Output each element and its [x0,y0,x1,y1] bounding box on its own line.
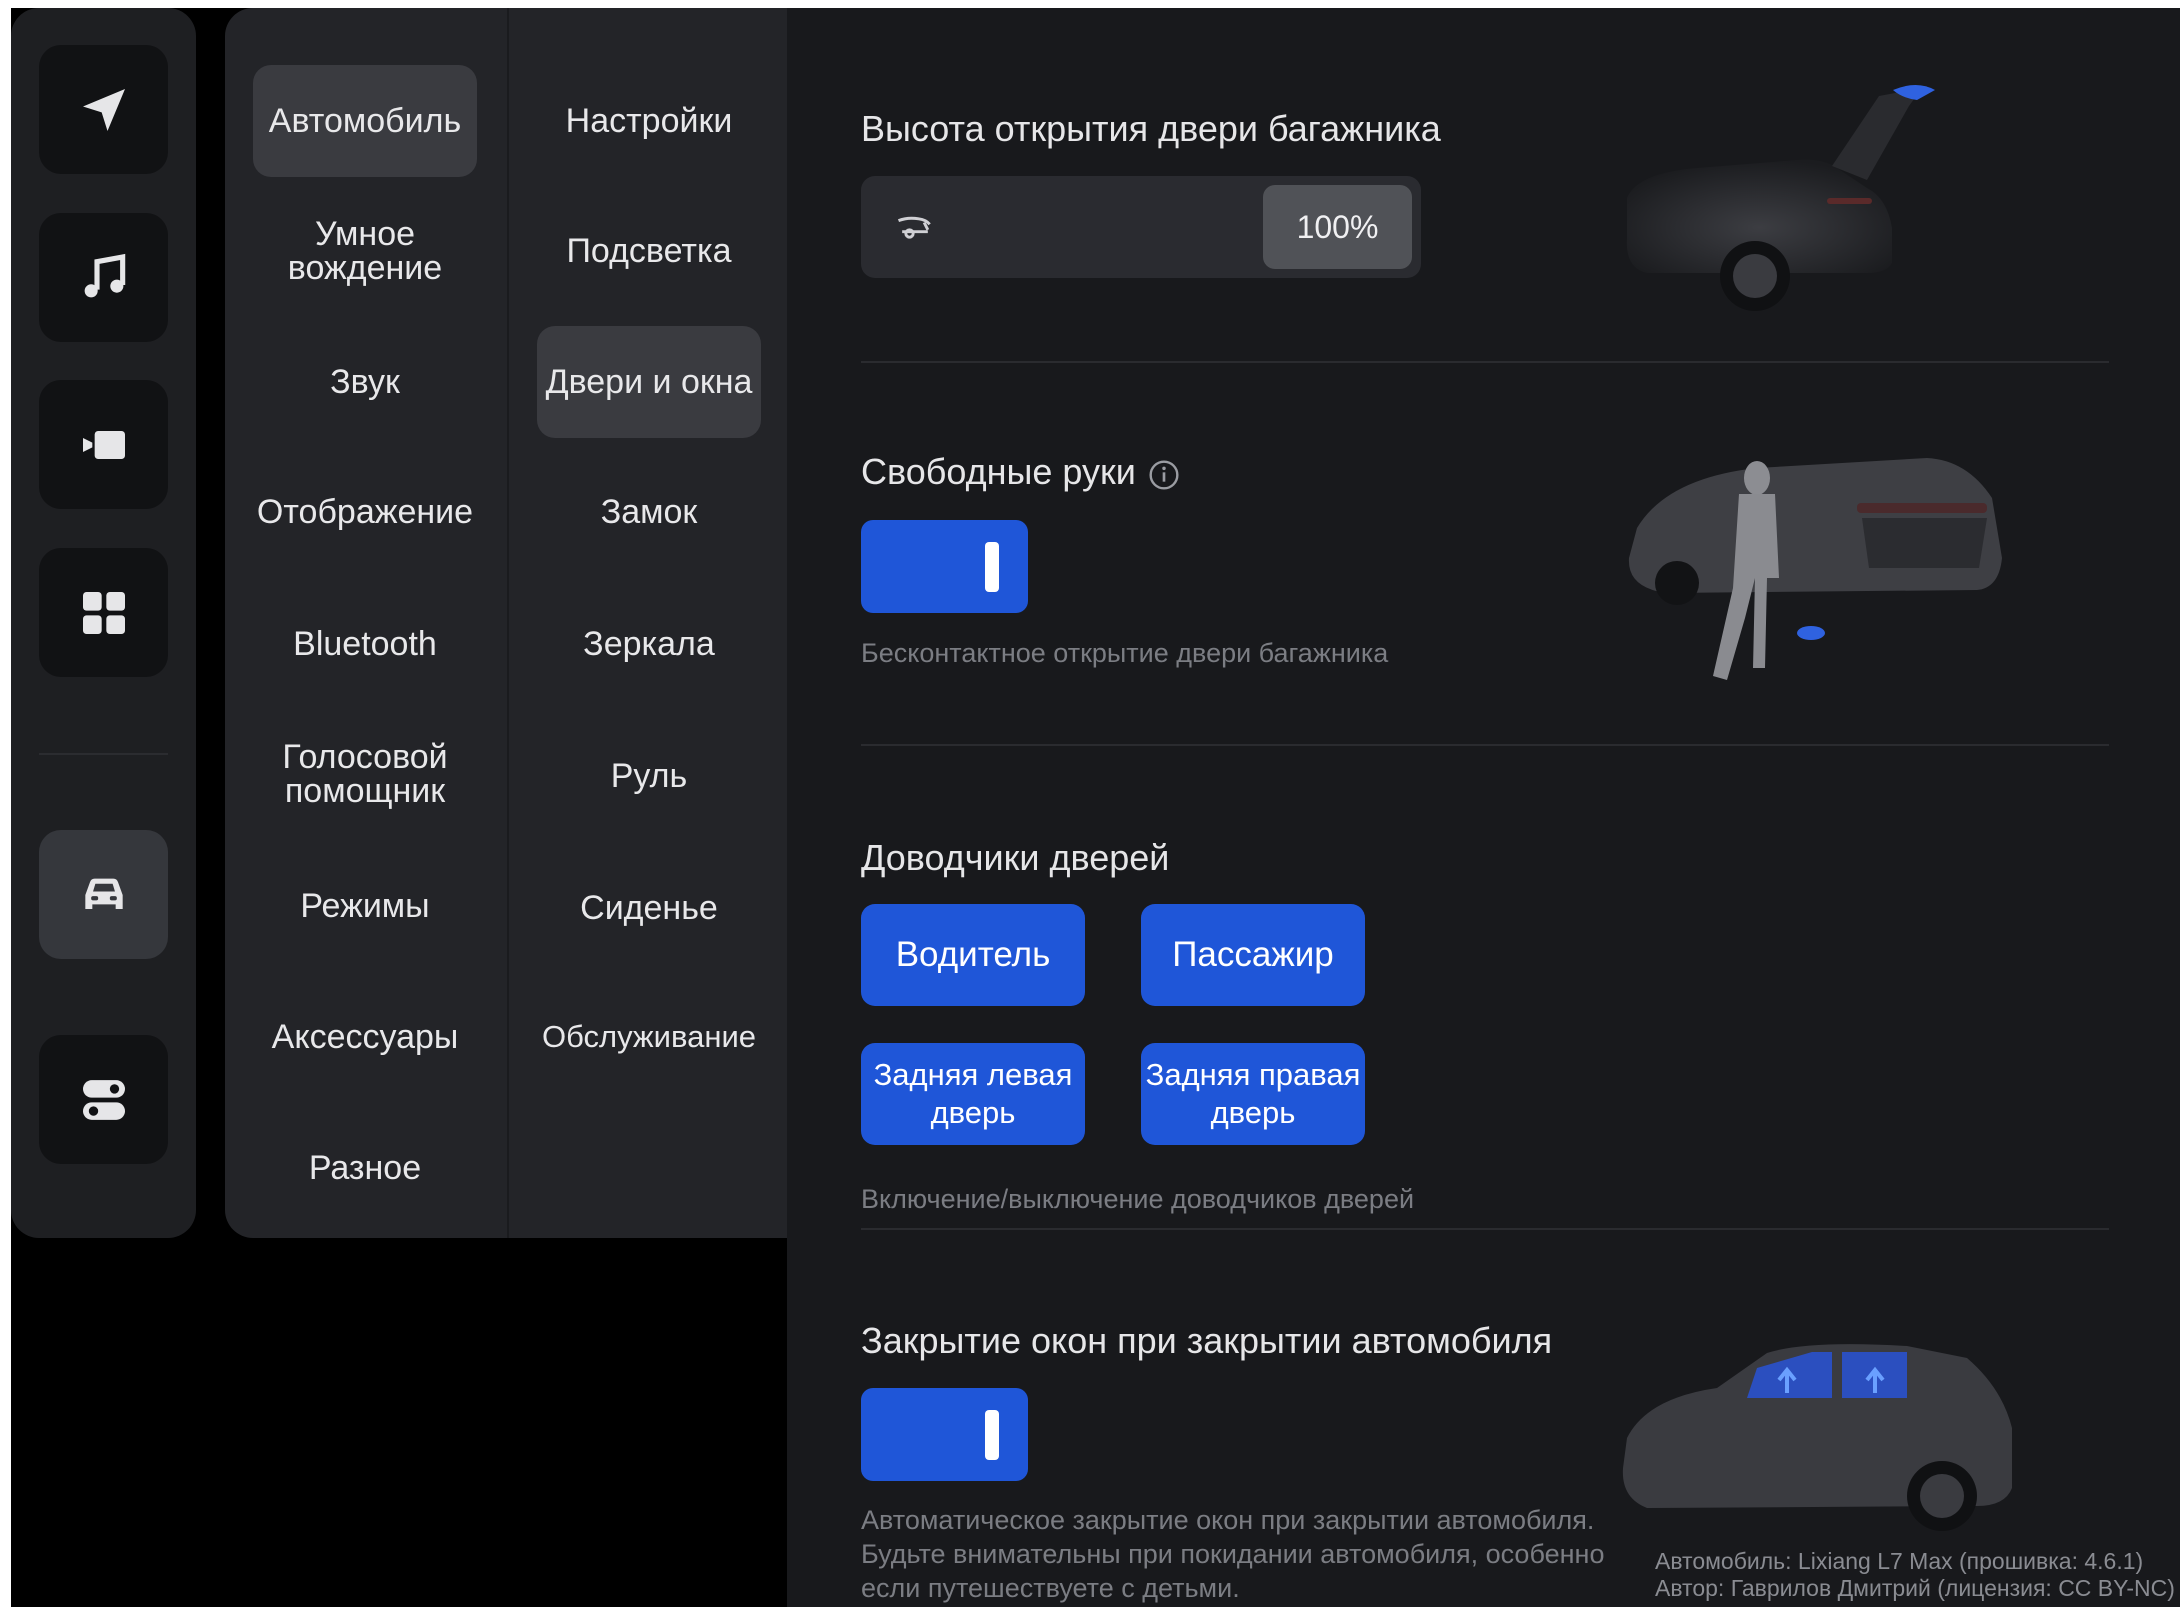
music-icon [84,253,125,297]
submenu-item-doors-windows[interactable]: Двери и окна [537,326,761,438]
car-icon [84,878,123,909]
rail-divider [39,753,168,755]
credit-car: Автомобиль: Lixiang L7 Max (прошивка: 4.… [1655,1548,2144,1574]
toggle-knob [985,1410,999,1460]
menu-item-accessories[interactable]: Аксессуары [253,981,477,1093]
trunk-icon [897,216,931,239]
primary-menu: Автомобиль Умное вождение Звук Отображен… [225,8,507,1238]
navigation-icon [82,88,125,131]
menu-item-misc[interactable]: Разное [253,1112,477,1224]
settings-panel: Высота открытия двери багажника 100% Сво… [787,8,2180,1607]
trunk-height-value[interactable]: 100% [1263,185,1412,269]
divider [861,1228,2109,1230]
hands-free-title: Свободные руки [861,451,1136,492]
hands-free-toggle[interactable] [861,520,1028,613]
menu-item-smart-driving[interactable]: Умное вождение [253,195,477,307]
submenu-item-maintenance[interactable]: Обслуживание [537,981,761,1093]
trunk-height-title: Высота открытия двери багажника [861,108,1441,149]
menu-item-display[interactable]: Отображение [253,456,477,568]
hands-free-car-image [1628,458,2002,680]
rail-toggles-button[interactable] [39,1035,168,1164]
toggles-icon [82,1079,125,1120]
rear-right-door-button[interactable]: Задняя правая дверь [1141,1043,1365,1145]
toggle-knob [985,542,999,592]
submenu-item-lighting[interactable]: Подсветка [537,195,761,307]
submenu-item-seat[interactable]: Сиденье [537,852,761,964]
video-icon [82,430,125,459]
submenu-item-mirrors[interactable]: Зеркала [537,588,761,700]
window-close-toggle[interactable] [861,1388,1028,1481]
trunk-height-slider[interactable]: 100% [861,176,1421,278]
divider [861,361,2109,363]
icon-rail [11,8,196,1238]
car-windows-image [1622,1344,2012,1531]
rail-navigation-button[interactable] [39,45,168,174]
rear-left-door-button[interactable]: Задняя левая дверь [861,1043,1085,1145]
rail-apps-button[interactable] [39,548,168,677]
car-open-trunk-image [1626,85,1935,311]
rail-video-button[interactable] [39,380,168,509]
hands-free-description: Бесконтактное открытие двери багажника [861,638,1389,668]
menu-item-voice-assistant[interactable]: Голосовой помощник [253,718,477,830]
divider [861,744,2109,746]
passenger-door-button[interactable]: Пассажир [1141,904,1365,1006]
window-close-title: Закрытие окон при закрытии автомобиля [861,1320,1553,1361]
menu-item-sound[interactable]: Звук [253,326,477,438]
menu-item-bluetooth[interactable]: Bluetooth [253,588,477,700]
apps-grid-icon [82,591,125,634]
secondary-menu: Настройки Подсветка Двери и окна Замок З… [507,8,787,1238]
door-closers-description: Включение/выключение доводчиков дверей [861,1184,1415,1214]
door-closers-title: Доводчики дверей [861,837,1170,878]
rail-car-button[interactable] [39,830,168,959]
submenu-item-settings[interactable]: Настройки [537,65,761,177]
submenu-item-lock[interactable]: Замок [537,456,761,568]
submenu-item-steering[interactable]: Руль [537,720,761,832]
driver-door-button[interactable]: Водитель [861,904,1085,1006]
rail-music-button[interactable] [39,213,168,342]
credit-author: Автор: Гаврилов Дмитрий (лицензия: CC BY… [1655,1575,2175,1601]
info-icon[interactable] [1148,459,1180,491]
menu-item-car[interactable]: Автомобиль [253,65,477,177]
menu-item-modes[interactable]: Режимы [253,850,477,962]
window-close-description: Автоматическое закрытие окон при закрыти… [861,1505,1605,1603]
